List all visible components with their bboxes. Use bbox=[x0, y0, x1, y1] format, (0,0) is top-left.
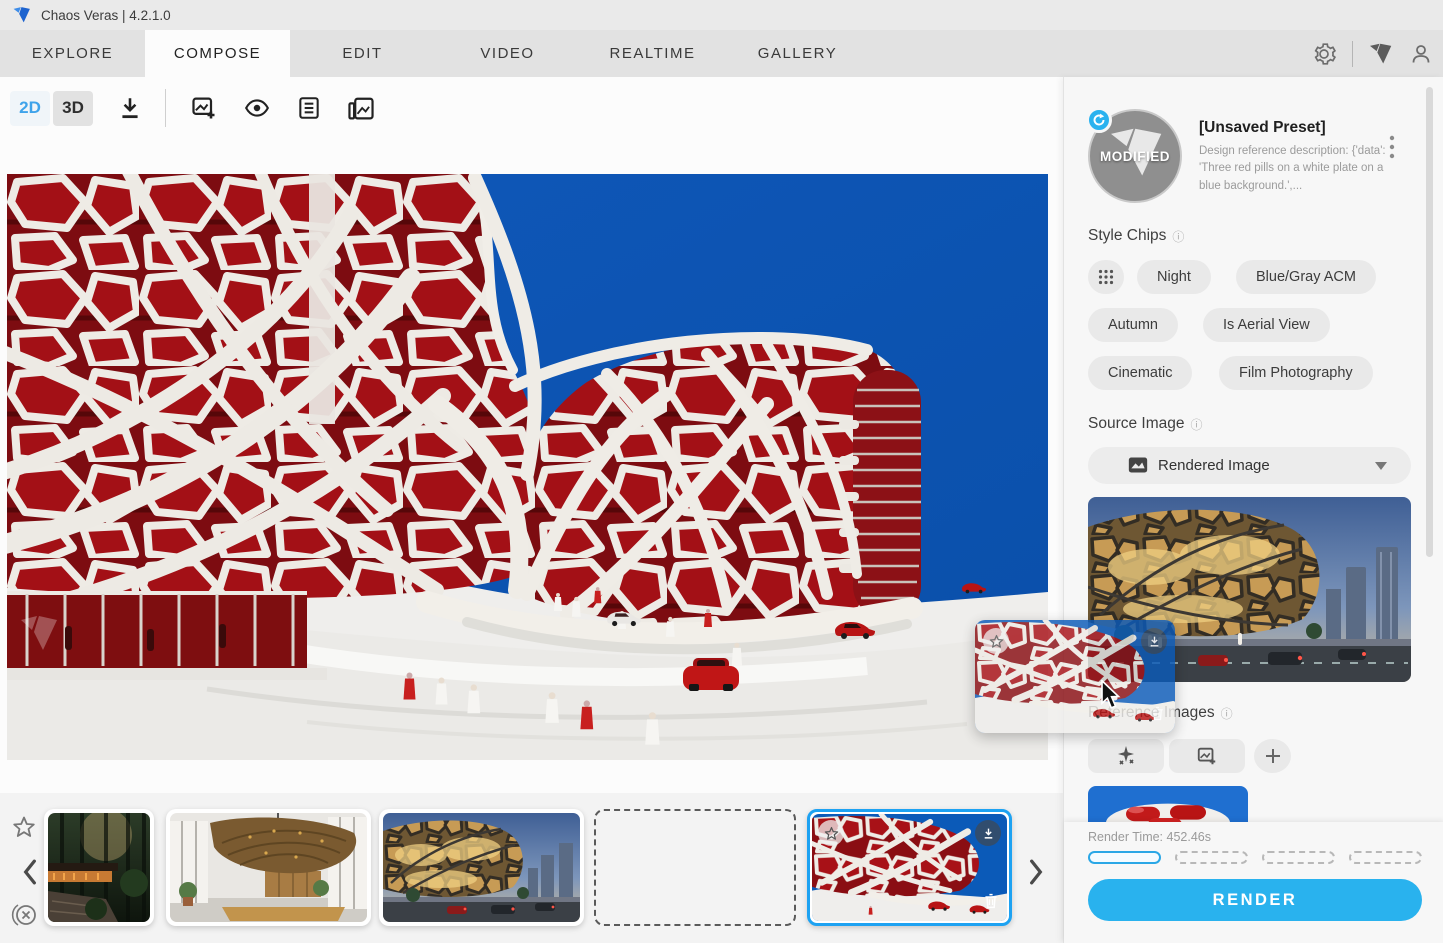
render-button[interactable]: RENDER bbox=[1088, 879, 1422, 921]
preset-description: Design reference description: {'data': '… bbox=[1199, 143, 1391, 195]
thumbnail-download-icon[interactable] bbox=[975, 820, 1001, 846]
canvas-toolbar: 2D 3D bbox=[10, 90, 376, 126]
thumbnail-favorite-star-icon[interactable] bbox=[818, 820, 844, 846]
deselect-circle-x-icon[interactable] bbox=[10, 901, 38, 929]
workspace-pane: 2D 3D bbox=[0, 77, 1063, 943]
empty-filmstrip-slot[interactable] bbox=[594, 809, 796, 926]
download-icon[interactable] bbox=[117, 95, 143, 121]
veras-panel-icon[interactable] bbox=[1369, 43, 1393, 65]
style-chip-autumn[interactable]: Autumn bbox=[1088, 308, 1178, 342]
tab-edit[interactable]: EDIT bbox=[290, 30, 435, 77]
mouse-cursor-arrow bbox=[1100, 680, 1122, 715]
style-chip-is-aerial-view[interactable]: Is Aerial View bbox=[1203, 308, 1330, 342]
queue-slot-active[interactable] bbox=[1088, 851, 1161, 864]
panel-scrollbar[interactable] bbox=[1426, 87, 1433, 557]
render-thumbnail-forest-house[interactable] bbox=[44, 809, 154, 926]
scroll-left-chevron-icon[interactable] bbox=[20, 859, 40, 885]
tab-gallery[interactable]: GALLERY bbox=[725, 30, 870, 77]
veras-logo-icon bbox=[13, 6, 31, 24]
style-chip-cinematic[interactable]: Cinematic bbox=[1088, 356, 1192, 390]
style-chips-info-icon[interactable]: ⓘ bbox=[1172, 228, 1184, 245]
ghost-favorite-star-icon bbox=[983, 628, 1009, 654]
queue-slot-empty[interactable] bbox=[1262, 851, 1335, 864]
preset-name: [Unsaved Preset] bbox=[1199, 119, 1326, 137]
settings-gear-icon[interactable] bbox=[1312, 42, 1336, 66]
chip-grid-icon[interactable] bbox=[1088, 260, 1124, 294]
render-time: Render Time: 452.46s bbox=[1088, 830, 1211, 844]
preview-eye-icon[interactable] bbox=[242, 95, 272, 121]
reference-images-info-icon[interactable]: ⓘ bbox=[1221, 705, 1233, 722]
render-queue bbox=[1088, 851, 1422, 864]
main-nav: EXPLORE COMPOSE EDIT VIDEO REALTIME GALL… bbox=[0, 30, 1443, 77]
tab-explore[interactable]: EXPLORE bbox=[0, 30, 145, 77]
style-chip-night[interactable]: Night bbox=[1137, 260, 1211, 294]
scroll-right-chevron-icon[interactable] bbox=[1026, 859, 1046, 885]
favorite-star-icon[interactable] bbox=[12, 815, 36, 839]
modified-refresh-icon bbox=[1086, 107, 1112, 133]
ghost-trash-icon bbox=[1150, 705, 1165, 727]
style-chip-blue-gray-acm[interactable]: Blue/Gray ACM bbox=[1236, 260, 1376, 294]
style-chips-label: Style Chipsⓘ bbox=[1088, 227, 1184, 245]
tab-realtime[interactable]: REALTIME bbox=[580, 30, 725, 77]
gallery-images-icon[interactable] bbox=[346, 94, 376, 122]
mode-3d-button[interactable]: 3D bbox=[53, 91, 93, 126]
nav-divider bbox=[1352, 41, 1353, 67]
toolbar-divider bbox=[165, 89, 166, 127]
queue-slot-empty[interactable] bbox=[1175, 851, 1248, 864]
modified-badge: MODIFIED bbox=[1090, 149, 1180, 164]
ghost-download-icon bbox=[1141, 628, 1167, 654]
source-image-selected: Rendered Image bbox=[1158, 457, 1270, 474]
queue-slot-empty[interactable] bbox=[1349, 851, 1422, 864]
source-image-info-icon[interactable]: ⓘ bbox=[1191, 416, 1203, 433]
app-title: Chaos Veras | 4.2.1.0 bbox=[41, 8, 171, 23]
filmstrip bbox=[0, 793, 1063, 943]
nav-right-icons bbox=[1312, 30, 1433, 77]
render-thumbnail-wood-interior[interactable] bbox=[166, 809, 371, 926]
prompt-document-icon[interactable] bbox=[296, 95, 322, 121]
render-thumbnail-red-building-selected[interactable] bbox=[807, 809, 1012, 926]
caret-down-icon bbox=[1375, 462, 1387, 470]
tab-compose[interactable]: COMPOSE bbox=[145, 30, 290, 77]
render-footer: Render Time: 452.46s RENDER bbox=[1064, 822, 1443, 943]
source-image-dropdown[interactable]: Rendered Image bbox=[1088, 447, 1411, 484]
render-thumbnail-dusk-building[interactable] bbox=[379, 809, 584, 926]
render-canvas bbox=[7, 174, 1048, 760]
dragged-thumbnail-preview[interactable] bbox=[975, 620, 1175, 733]
style-chip-film-photography[interactable]: Film Photography bbox=[1219, 356, 1373, 390]
mode-2d-button[interactable]: 2D bbox=[10, 91, 50, 126]
compose-settings-panel: MODIFIED [Unsaved Preset] Design referen… bbox=[1063, 77, 1443, 943]
thumbnail-trash-icon[interactable] bbox=[983, 892, 999, 915]
source-image-label: Source Imageⓘ bbox=[1088, 415, 1203, 433]
ai-materials-sparkles-icon[interactable] bbox=[1088, 739, 1164, 773]
add-image-icon[interactable] bbox=[190, 94, 218, 122]
preset-menu-kebab-icon[interactable] bbox=[1389, 135, 1395, 164]
tab-video[interactable]: VIDEO bbox=[435, 30, 580, 77]
account-person-icon[interactable] bbox=[1409, 42, 1433, 66]
title-bar: Chaos Veras | 4.2.1.0 bbox=[0, 0, 1443, 30]
add-plus-icon[interactable] bbox=[1254, 739, 1291, 773]
rendered-image-icon bbox=[1128, 456, 1148, 474]
add-reference-image-icon[interactable] bbox=[1169, 739, 1245, 773]
